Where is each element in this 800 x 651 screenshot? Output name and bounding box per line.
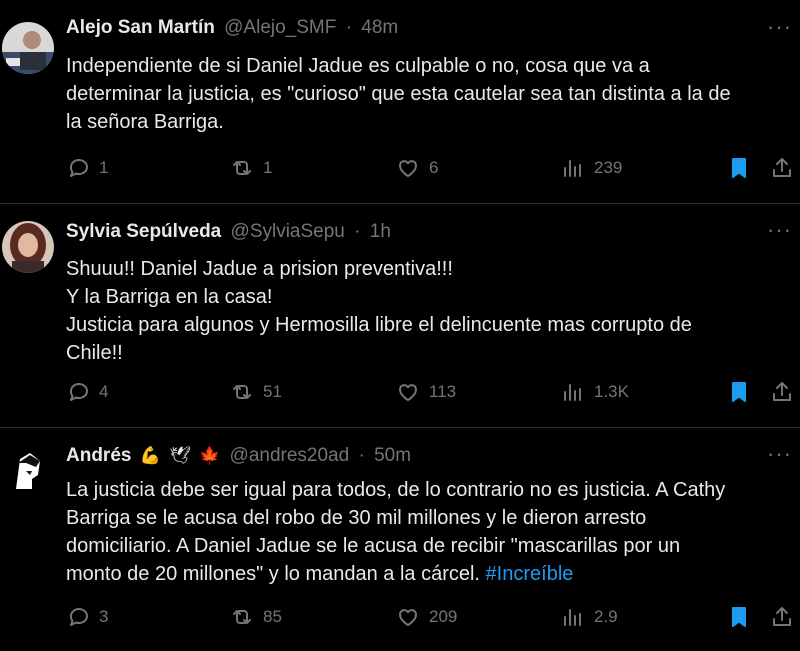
bookmark-icon <box>727 380 751 404</box>
tweet-header: Alejo San Martín @Alejo_SMF · 48m <box>66 17 398 39</box>
share-icon <box>770 156 794 180</box>
like-button[interactable]: 113 <box>396 380 456 404</box>
action-bar: 3 85 209 2.9 <box>0 605 800 633</box>
reply-count: 4 <box>99 382 109 401</box>
separator-dot: · <box>354 221 361 242</box>
tweet-text-line: Barriga se le acusa del robo de 30 mil m… <box>66 507 647 529</box>
more-options-icon[interactable]: ··· <box>767 217 792 243</box>
like-button[interactable]: 6 <box>396 156 438 180</box>
share-button[interactable] <box>770 605 794 629</box>
more-options-icon[interactable]: ··· <box>767 14 792 40</box>
tweet-header: Andrés 💪 🕊 🍁 @andres20ad · 50m <box>66 445 411 467</box>
hashtag-link[interactable]: #Increíble <box>486 563 574 585</box>
views-icon <box>561 380 585 404</box>
action-bar: 1 1 6 239 <box>0 156 800 184</box>
share-button[interactable] <box>770 156 794 180</box>
reply-icon <box>66 605 90 629</box>
views-button[interactable]: 239 <box>561 156 622 180</box>
like-button[interactable]: 209 <box>396 605 457 629</box>
views-button[interactable]: 2.9 <box>561 605 618 629</box>
author-handle[interactable]: @SylviaSepu <box>231 221 345 242</box>
more-options-icon[interactable]: ··· <box>767 441 792 467</box>
repost-icon <box>230 605 254 629</box>
tweet[interactable]: Andrés 💪 🕊 🍁 @andres20ad · 50m ··· La ju… <box>0 427 800 651</box>
author-name[interactable]: Sylvia Sepúlveda <box>66 221 221 242</box>
timestamp[interactable]: 48m <box>361 17 398 38</box>
share-button[interactable] <box>770 380 794 404</box>
maple-leaf-icon: 🍁 <box>199 446 221 465</box>
views-count: 2.9 <box>594 607 618 626</box>
avatar[interactable] <box>2 221 54 273</box>
flexed-biceps-icon: 💪 <box>139 446 161 465</box>
tweet-text-line: Justicia para algunos y Hermosilla libre… <box>66 314 692 336</box>
views-icon <box>561 156 585 180</box>
separator-dot: · <box>345 17 352 38</box>
repost-button[interactable]: 85 <box>230 605 282 629</box>
timestamp[interactable]: 50m <box>374 445 411 466</box>
like-count: 113 <box>429 382 457 401</box>
tweet-text: Independiente de si Daniel Jadue es culp… <box>66 52 796 136</box>
reply-icon <box>66 380 90 404</box>
tweet[interactable]: Sylvia Sepúlveda @SylviaSepu · 1h ··· Sh… <box>0 203 800 428</box>
tweet-text-line: La justicia debe ser igual para todos, d… <box>66 479 726 501</box>
reply-count: 3 <box>99 607 109 626</box>
like-count: 6 <box>429 158 439 177</box>
share-icon <box>770 605 794 629</box>
bookmark-button[interactable] <box>727 605 751 629</box>
separator-dot: · <box>358 445 365 466</box>
reply-count: 1 <box>99 158 109 177</box>
dove-icon: 🕊 <box>169 446 191 465</box>
like-count: 209 <box>429 607 458 626</box>
views-icon <box>561 605 585 629</box>
reply-button[interactable]: 3 <box>66 605 108 629</box>
repost-count: 85 <box>263 607 282 626</box>
tweet-text-line: Chile!! <box>66 342 123 364</box>
views-count: 1.3K <box>594 382 629 401</box>
tweet-text-line: Shuuu!! Daniel Jadue a prision preventiv… <box>66 258 453 280</box>
tweet-text-line: Independiente de si Daniel Jadue es culp… <box>66 55 650 77</box>
reply-button[interactable]: 1 <box>66 156 108 180</box>
author-handle[interactable]: @andres20ad <box>230 445 350 466</box>
bookmark-icon <box>727 605 751 629</box>
tweet-text-fragment: monto de 20 millones" y lo mandan a la c… <box>66 563 486 585</box>
repost-count: 51 <box>263 382 282 401</box>
tweet-text-line: determinar la justicia, es "curioso" que… <box>66 83 731 105</box>
avatar[interactable] <box>2 22 54 74</box>
reply-icon <box>66 156 90 180</box>
tweet[interactable]: Alejo San Martín @Alejo_SMF · 48m ··· In… <box>0 0 800 204</box>
tweet-text-line: Y la Barriga en la casa! <box>66 286 273 308</box>
repost-icon <box>230 156 254 180</box>
repost-button[interactable]: 1 <box>230 156 272 180</box>
bookmark-button[interactable] <box>727 156 751 180</box>
tweet-text: La justicia debe ser igual para todos, d… <box>66 476 796 588</box>
tweet-text-line: la señora Barriga. <box>66 111 224 133</box>
like-icon <box>396 605 420 629</box>
share-icon <box>770 380 794 404</box>
repost-icon <box>230 380 254 404</box>
tweet-text-line: monto de 20 millones" y lo mandan a la c… <box>66 560 796 588</box>
timestamp[interactable]: 1h <box>370 221 391 242</box>
repost-count: 1 <box>263 158 273 177</box>
like-icon <box>396 380 420 404</box>
bookmark-icon <box>727 156 751 180</box>
author-handle[interactable]: @Alejo_SMF <box>224 17 336 38</box>
avatar[interactable] <box>2 445 54 497</box>
like-icon <box>396 156 420 180</box>
views-count: 239 <box>594 158 623 177</box>
author-name[interactable]: Andrés <box>66 445 131 466</box>
action-bar: 4 51 113 1.3K <box>0 380 800 408</box>
views-button[interactable]: 1.3K <box>561 380 629 404</box>
tweet-text-line: domiciliario. A Daniel Jadue se le acusa… <box>66 535 681 557</box>
reply-button[interactable]: 4 <box>66 380 108 404</box>
bookmark-button[interactable] <box>727 380 751 404</box>
tweet-header: Sylvia Sepúlveda @SylviaSepu · 1h <box>66 221 391 243</box>
repost-button[interactable]: 51 <box>230 380 282 404</box>
tweet-text: Shuuu!! Daniel Jadue a prision preventiv… <box>66 255 796 367</box>
author-name[interactable]: Alejo San Martín <box>66 17 215 38</box>
